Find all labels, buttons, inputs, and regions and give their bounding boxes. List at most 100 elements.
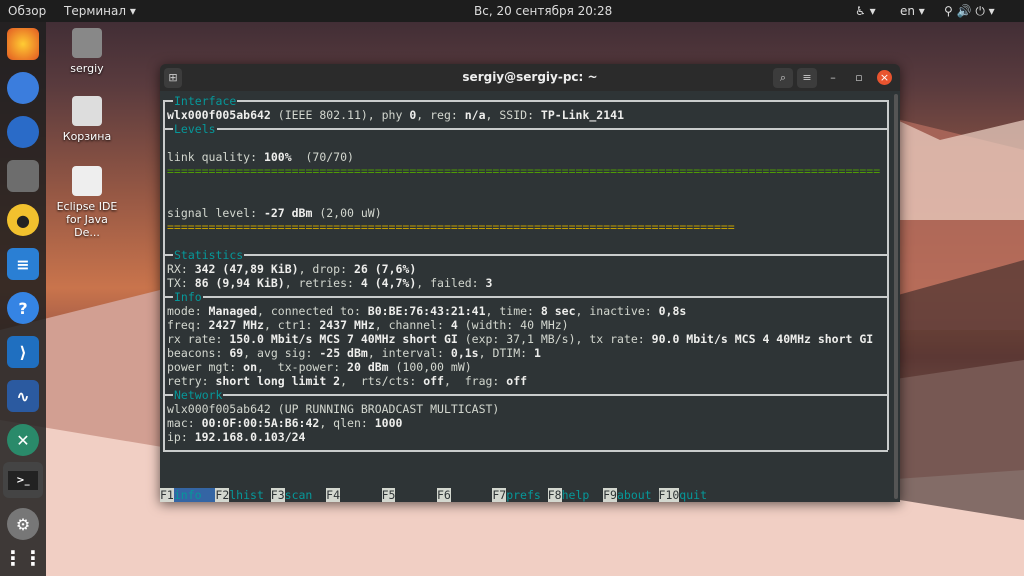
- value: wlx000f005ab642: [167, 108, 271, 122]
- system-menu[interactable]: ⚲ 🔊 ⏻ ▾: [944, 4, 995, 19]
- label: freq:: [167, 318, 209, 332]
- fkey-f1[interactable]: F1info: [160, 488, 216, 502]
- box-border: [163, 128, 888, 130]
- value: 342 (47,89 KiB): [194, 262, 299, 276]
- value: 100%: [263, 150, 292, 164]
- fkey-key: F8: [547, 488, 562, 502]
- vscode-icon[interactable]: ⟩: [7, 336, 39, 368]
- minimize-icon[interactable]: –: [824, 68, 842, 88]
- value: -25 dBm: [319, 346, 368, 360]
- app-menu[interactable]: Терминал ▾: [64, 4, 136, 18]
- fkey-label: lhist: [229, 488, 264, 502]
- title-bar: ⊞ sergiy@sergiy-pc: ~ ⌕ ≡ – ▫ ×: [160, 64, 900, 91]
- box-border: [163, 394, 888, 396]
- language-menu[interactable]: en ▾: [900, 4, 925, 18]
- line-freq: freq: 2427 MHz, ctr1: 2437 MHz, channel:…: [167, 318, 569, 332]
- terminal-icon[interactable]: >_: [3, 462, 43, 498]
- fkey-key: F4: [326, 488, 341, 502]
- value: 0,1s: [450, 346, 479, 360]
- desktop-icon-label: Корзина: [62, 130, 112, 143]
- desktop-icon-eclipse[interactable]: Eclipse IDE for Java De...: [52, 166, 122, 239]
- label: rx rate:: [167, 332, 230, 346]
- desktop-icon-label: sergiy: [70, 62, 104, 75]
- value: 2427 MHz: [208, 318, 264, 332]
- label: beacons:: [167, 346, 230, 360]
- new-tab-icon[interactable]: ⊞: [164, 68, 182, 88]
- label: , inactive:: [575, 304, 659, 318]
- fkey-key: F10: [658, 488, 680, 502]
- writer-icon[interactable]: ≡: [7, 248, 39, 280]
- value: short long limit 2: [215, 374, 341, 388]
- home-folder-icon: [72, 28, 102, 58]
- search-icon[interactable]: ⌕: [773, 68, 793, 88]
- chromium-icon[interactable]: [7, 72, 39, 104]
- fkey-f7[interactable]: F7prefs: [492, 488, 547, 502]
- thunderbird-icon[interactable]: [7, 116, 39, 148]
- label: , reg:: [416, 108, 465, 122]
- fkey-label: about: [616, 488, 652, 502]
- show-apps-icon[interactable]: ⋮⋮: [3, 542, 43, 574]
- value: B0:BE:76:43:21:41: [367, 304, 486, 318]
- fkey-f4[interactable]: F4: [326, 488, 381, 502]
- fkey-f5[interactable]: F5: [381, 488, 437, 502]
- fkey-f9[interactable]: F9about: [603, 488, 658, 502]
- box-border: [163, 450, 888, 452]
- help-icon[interactable]: ?: [7, 292, 39, 324]
- files-icon[interactable]: [7, 160, 39, 192]
- window-title: sergiy@sergiy-pc: ~: [462, 70, 598, 84]
- box-border: [163, 254, 888, 256]
- fkey-key: F1: [160, 488, 174, 502]
- fkey-key: F6: [436, 488, 451, 502]
- line-tx: TX: 86 (9,94 KiB), retries: 4 (4,7%), fa…: [167, 276, 492, 290]
- label: (70/70): [291, 150, 354, 164]
- label: wlx000f005ab642: [167, 402, 271, 416]
- fkey-f2[interactable]: F2lhist: [215, 488, 270, 502]
- fkey-f3[interactable]: F3scan: [270, 488, 326, 502]
- system-monitor-icon[interactable]: ∿: [7, 380, 39, 412]
- fkey-f10[interactable]: F10quit: [658, 488, 714, 502]
- label: TX:: [167, 276, 195, 290]
- value: 00:0F:00:5A:B6:42: [201, 416, 320, 430]
- value: off: [506, 374, 528, 388]
- activities-button[interactable]: Обзор: [8, 4, 46, 18]
- box-border: [163, 100, 165, 450]
- accessibility-menu[interactable]: ♿ ▾: [855, 4, 876, 18]
- desktop-icon-trash[interactable]: Корзина: [52, 96, 122, 143]
- firefox-icon[interactable]: [7, 28, 39, 60]
- fkey-label: info: [173, 488, 216, 502]
- fkey-label: prefs: [506, 488, 541, 502]
- close-icon[interactable]: ×: [877, 70, 892, 85]
- desktop-icon-home[interactable]: sergiy: [52, 28, 122, 75]
- clock[interactable]: Вс, 20 сентября 20:28: [474, 4, 612, 18]
- label: , avg sig:: [243, 346, 320, 360]
- maximize-icon[interactable]: ▫: [850, 68, 868, 88]
- scrollbar[interactable]: [894, 94, 898, 499]
- value: 192.168.0.103/24: [194, 430, 306, 444]
- wavemon-terminal[interactable]: Interface Levels Statistics Info Network wlx0…: [160, 90, 900, 502]
- label: , drop:: [298, 262, 354, 276]
- label: , rts/cts:: [340, 374, 424, 388]
- fkey-f6[interactable]: F6: [436, 488, 492, 502]
- label: link quality:: [167, 150, 264, 164]
- value: on: [243, 360, 258, 374]
- label: ip:: [167, 430, 195, 444]
- top-bar: Обзор Терминал ▾ Вс, 20 сентября 20:28 ♿…: [0, 0, 1024, 22]
- fkey-f8[interactable]: F8help: [547, 488, 603, 502]
- menu-icon[interactable]: ≡: [797, 68, 817, 88]
- value: Managed: [208, 304, 258, 318]
- line-net: wlx000f005ab642 (UP RUNNING BROADCAST MU…: [167, 402, 499, 416]
- settings-icon[interactable]: ⚙: [7, 508, 39, 540]
- label: mode:: [167, 304, 209, 318]
- value: n/a: [464, 108, 486, 122]
- label: , channel:: [374, 318, 451, 332]
- label: , frag:: [443, 374, 507, 388]
- label: (UP RUNNING BROADCAST MULTICAST): [270, 402, 500, 416]
- line-beacons: beacons: 69, avg sig: -25 dBm, interval:…: [167, 346, 541, 360]
- box-border: [163, 296, 888, 298]
- line-mac: mac: 00:0F:00:5A:B6:42, qlen: 1000: [167, 416, 402, 430]
- section-label-info: Info: [173, 290, 203, 304]
- crossover-icon[interactable]: ✕: [7, 424, 39, 456]
- rhythmbox-icon[interactable]: ●: [7, 204, 39, 236]
- value: TP-Link_2141: [540, 108, 625, 122]
- label: (2,00 uW): [312, 206, 382, 220]
